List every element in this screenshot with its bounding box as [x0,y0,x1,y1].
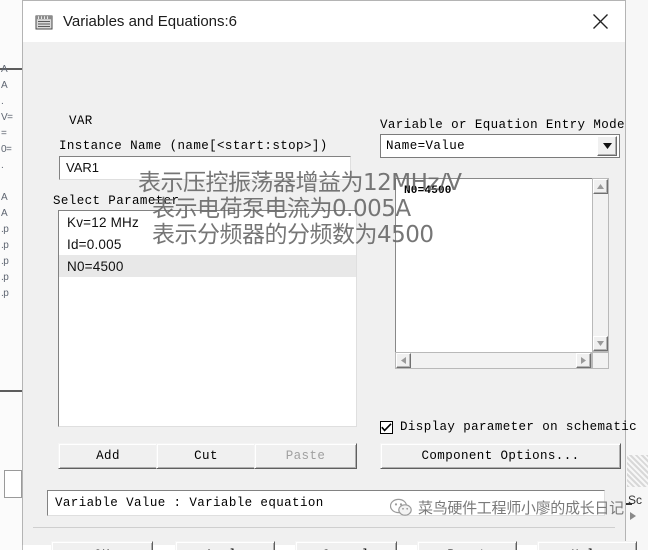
background-box [4,470,22,498]
caret-right-icon [581,357,586,364]
scroll-left-button[interactable] [396,353,411,368]
dialog-body: VAR Instance Name (name[<start:stop>]) V… [23,42,637,550]
instance-name-input[interactable]: VAR1 [59,156,351,180]
scrollbar-corner [592,352,609,369]
list-item-label: N0=4500 [67,258,124,274]
status-field: Variable Value : Variable equation [47,490,605,516]
parameter-listbox[interactable]: Kv=12 MHz Id=0.005 N0=4500 [58,210,357,427]
help-button[interactable]: Help [537,541,637,550]
scroll-down-button[interactable] [593,336,608,351]
list-item[interactable]: Id=0.005 [59,233,356,255]
background-left-panel: A A . V= = 0= . A A .p .p .p .p .p [0,0,23,550]
background-left-text: A A . V= = 0= . A A .p .p .p .p .p [1,64,13,299]
list-item-label: Id=0.005 [67,236,122,252]
background-rule [0,390,22,392]
component-options-button[interactable]: Component Options... [380,443,621,469]
display-parameter-checkbox[interactable] [380,420,393,434]
apply-button[interactable]: Apply [175,541,275,550]
background-right-panel [625,0,648,550]
caret-down-icon [597,341,604,346]
status-text: Variable Value : Variable equation [55,496,324,510]
close-button[interactable] [579,4,621,38]
chevron-down-glyph [602,143,612,149]
var-group-label: VAR [69,114,93,128]
vertical-scrollbar[interactable] [592,178,609,352]
scroll-right-button[interactable] [576,353,591,368]
list-item-label: Kv=12 MHz [67,214,139,230]
close-icon [592,13,608,29]
select-parameter-label: Select Parameter [53,194,180,208]
cut-button[interactable]: Cut [156,443,256,469]
screenshot-root: A A . V= = 0= . A A .p .p .p .p .p Sc Va… [0,0,648,550]
variables-equations-dialog: Variables and Equations:6 VAR Instance N… [22,0,637,550]
caret-up-icon [597,184,604,189]
horizontal-scrollbar[interactable] [395,352,592,369]
display-parameter-label: Display parameter on schematic [400,420,638,434]
dialog-title: Variables and Equations:6 [63,13,238,30]
equation-editor: N0=4500 [395,178,609,369]
equation-text-area[interactable]: N0=4500 [395,178,592,352]
entry-mode-label: Variable or Equation Entry Mode [380,118,625,132]
footer-divider [33,527,615,528]
instance-name-label: Instance Name (name[<start:stop>]) [59,139,328,153]
background-right-label: Sc [628,493,643,507]
add-button[interactable]: Add [58,443,158,469]
display-parameter-checkbox-row[interactable]: Display parameter on schematic [380,420,637,434]
entry-mode-dropdown[interactable]: Name=Value [380,134,620,158]
checkmark-icon [381,422,392,432]
dialog-titlebar: Variables and Equations:6 [23,1,625,43]
list-item[interactable]: N0=4500 [59,255,356,277]
ok-button[interactable]: OK [51,541,153,550]
schematic-window-icon [35,15,53,29]
entry-mode-value: Name=Value [386,139,466,153]
chevron-down-icon[interactable] [597,136,617,156]
equation-text: N0=4500 [404,185,452,197]
background-play-triangle-icon [630,512,636,520]
instance-name-value: VAR1 [66,160,99,175]
scroll-up-button[interactable] [593,179,608,194]
background-hatch [627,455,648,487]
caret-left-icon [401,357,406,364]
list-item[interactable]: Kv=12 MHz [59,211,356,233]
paste-button: Paste [254,443,357,469]
reset-button[interactable]: Reset [417,541,517,550]
cancel-button[interactable]: Cancel [295,541,397,550]
